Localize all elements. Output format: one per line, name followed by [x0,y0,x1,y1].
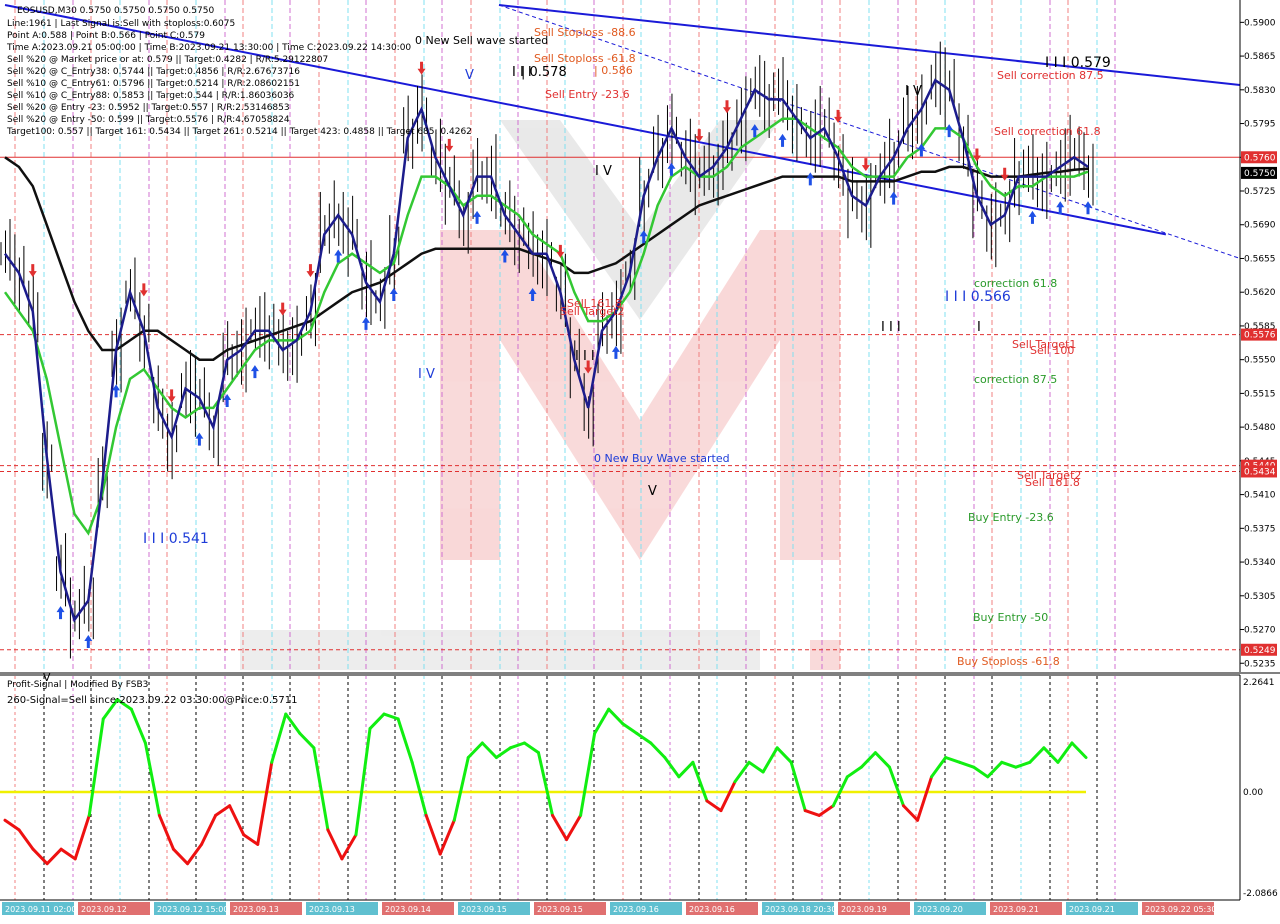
annotation-label: correction 61.8 [974,277,1057,290]
time-label: 2023.09.12 15:00 [157,905,228,914]
annotation-label: Sell 161.8 [1025,476,1080,489]
price-label: 0.5865 [1244,52,1276,62]
time-label: 2023.09.20 [917,905,963,914]
header-line: Point A:0.588 | Point B:0.566 | Point C:… [7,31,205,41]
price-label: 0.5340 [1244,558,1276,568]
wave-label: I I I [881,320,901,335]
chart-canvas: 0.5900 0.5865 0.5830 0.5795 0.5760 0.5725 0.56… [0,0,1280,920]
annotation-label: Sell Entry -23.6 [545,88,630,101]
price-label: 0.5550 [1244,356,1276,366]
time-label: 2023.09.15 [461,905,507,914]
annotation-label: correction 87.5 [974,373,1057,386]
time-label: 2023.09.18 20:30 [765,905,836,914]
time-label: 2023.09.13 [233,905,279,914]
price-label: 0.5375 [1244,524,1276,534]
time-label: 2023.09.13 [309,905,355,914]
header-line: Time A:2023.09.21 05:00:00 | Time B:2023… [6,43,411,53]
price-label: 0.5480 [1244,423,1276,433]
wave-label: V [648,484,657,499]
price-label: 0.5830 [1244,86,1276,96]
wave-label: I I I [575,349,595,364]
price-label: 0.5690 [1244,221,1276,231]
time-label: 2023.09.16 [613,905,659,914]
header-title: EOSUSD,M30 0.5750 0.5750 0.5750 0.5750 [17,6,214,16]
time-label: 2023.09.19 [841,905,887,914]
annotation-label: Sell Target2 [560,305,624,318]
time-label: 2023.09.14 [385,905,431,914]
time-label: 2023.09.11 02:00 [5,905,76,914]
time-label: 2023.09.12 [81,905,127,914]
price-label: 0.5270 [1244,626,1276,636]
header-line: Target100: 0.557 || Target 161: 0.5434 |… [6,127,472,137]
chart-window: 0.5900 0.5865 0.5830 0.5795 0.5760 0.5725 0.56… [0,0,1280,920]
header-line: Sell %20 @ C_Entry38: 0.5744 || Target:0… [7,67,300,77]
time-label: 2023.09.21 [993,905,1039,914]
annotation-label: I I I 0.541 [143,531,209,547]
annotation-label: 0 New Sell wave started [415,34,548,47]
annotation-label: | 0.586 [594,64,633,77]
level-tag-label: 0.5576 [1244,331,1276,341]
current-price-label: 0.5750 [1244,169,1276,179]
level-tag-label: 0.5249 [1244,646,1276,656]
wave-label: I V [595,164,612,179]
price-label: 0.5305 [1244,592,1276,602]
wave-label: I V [905,84,922,99]
header-line: Sell %10 @ C_Entry88: 0.5853 || Target:0… [7,91,295,101]
indicator-axis-label: -2.0866 [1243,889,1278,899]
header-line: Sell %10 @ C_Entry61: 0.5796 || Target:0… [7,79,300,89]
time-label: 2023.09.21 [1069,905,1115,914]
header-line: Line:1961 | Last Signal is:Sell with sto… [7,19,235,29]
price-label: 0.5900 [1244,18,1276,28]
level-tag-label: 0.5760 [1244,153,1276,163]
wave-label: V [465,68,474,83]
price-label: 0.5515 [1244,389,1276,399]
wave-label: I I I [512,65,532,80]
price-label: 0.5620 [1244,288,1276,298]
price-label: 0.5795 [1244,120,1276,130]
price-label: 0.5725 [1244,187,1276,197]
time-label: 2023.09.15 [537,905,583,914]
annotation-label: Sell 100 [1030,344,1074,357]
wave-label: I V [418,367,435,382]
header-line: Sell %20 @ Market price or at: 0.579 || … [7,55,328,65]
annotation-label: Buy Entry -23.6 [968,511,1054,524]
price-label: 0.5410 [1244,491,1276,501]
header-line: Sell %20 @ Entry -23: 0.5952 || Target:0… [7,103,290,113]
indicator-title: Profit-Signal | Modified By FSB3 [7,680,148,690]
annotation-label: Buy Entry -50 [973,611,1048,624]
annotation-label: Sell Stoploss -88.6 [534,26,636,39]
price-label: 0.5655 [1244,254,1276,264]
time-label: 2023.09.22 05:30 [1145,905,1216,914]
annotation-label: I I I 0.566 [945,289,1011,305]
annotation-label: Sell correction 87.5 [997,69,1104,82]
header-line: Sell %20 @ Entry -50: 0.599 || Target:0.… [7,115,290,125]
indicator-axis-label: 2.2641 [1243,678,1275,688]
wave-label: I [977,320,981,335]
time-label: 2023.09.16 [689,905,735,914]
annotation-label: 0 New Buy Wave started [594,452,730,465]
annotation-label: Sell correction 61.8 [994,125,1101,138]
indicator-axis-label: 0.00 [1243,788,1263,798]
annotation-label: Buy Stoploss -61.8 [957,655,1060,668]
level-tag-label: 0.5434 [1244,467,1276,477]
indicator-signal-text: 260-Signal=Sell since:2023.09.22 03:30:0… [7,695,297,706]
price-label: 0.5235 [1244,659,1276,669]
